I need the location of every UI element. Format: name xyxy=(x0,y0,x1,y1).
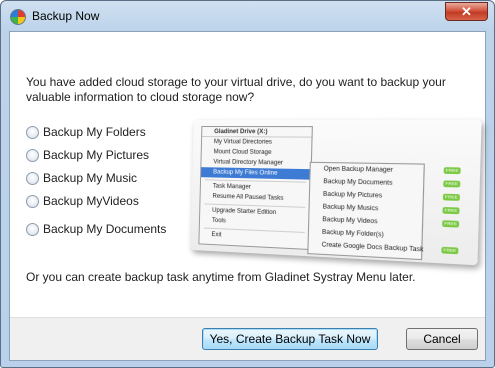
option-label: Backup My Pictures xyxy=(43,148,149,162)
question-text: You have added cloud storage to your vir… xyxy=(26,75,476,105)
dialog-content: You have added cloud storage to your vir… xyxy=(9,31,486,361)
radio-button[interactable] xyxy=(26,126,39,139)
option-label: Backup MyVideos xyxy=(43,194,139,208)
window-title: Backup Now xyxy=(32,9,99,23)
backup-now-dialog: Backup Now ✕ You have added cloud storag… xyxy=(0,0,495,368)
option-backup-videos[interactable]: Backup MyVideos xyxy=(26,193,139,209)
close-button[interactable]: ✕ xyxy=(445,2,488,21)
free-badge: FREE xyxy=(443,207,460,214)
option-backup-music[interactable]: Backup My Music xyxy=(26,170,137,186)
option-label: Backup My Music xyxy=(43,171,137,185)
option-label: Backup My Documents xyxy=(43,222,166,236)
button-bar: Yes, Create Backup Task Now Cancel xyxy=(10,317,485,360)
free-badge: FREE xyxy=(444,167,461,174)
free-badge: FREE xyxy=(442,220,459,227)
option-backup-pictures[interactable]: Backup My Pictures xyxy=(26,147,149,163)
option-label: Backup My Folders xyxy=(43,125,146,139)
gladinet-app-icon xyxy=(10,9,26,25)
free-badge: FREE xyxy=(443,194,460,201)
context-menu: Gladinet Drive (X:) My Virtual Directori… xyxy=(198,126,313,250)
create-backup-task-button[interactable]: Yes, Create Backup Task Now xyxy=(202,328,378,350)
footnote-text: Or you can create backup task anytime fr… xyxy=(26,270,416,284)
cancel-button[interactable]: Cancel xyxy=(406,328,478,350)
option-backup-documents[interactable]: Backup My Documents xyxy=(26,221,166,237)
radio-button[interactable] xyxy=(26,195,39,208)
free-badge: FREE xyxy=(441,247,458,254)
systray-menu-illustration: Gladinet Drive (X:) My Virtual Directori… xyxy=(190,119,481,269)
option-backup-folders[interactable]: Backup My Folders xyxy=(26,124,146,140)
radio-button[interactable] xyxy=(26,149,39,162)
title-bar[interactable]: Backup Now ✕ xyxy=(1,1,494,31)
free-badge: FREE xyxy=(443,180,460,187)
radio-button[interactable] xyxy=(26,223,39,236)
context-menu-header: Gladinet Drive (X:) xyxy=(202,127,312,138)
submenu: Open Backup Manager Backup My Documents … xyxy=(307,162,425,260)
radio-button[interactable] xyxy=(26,172,39,185)
